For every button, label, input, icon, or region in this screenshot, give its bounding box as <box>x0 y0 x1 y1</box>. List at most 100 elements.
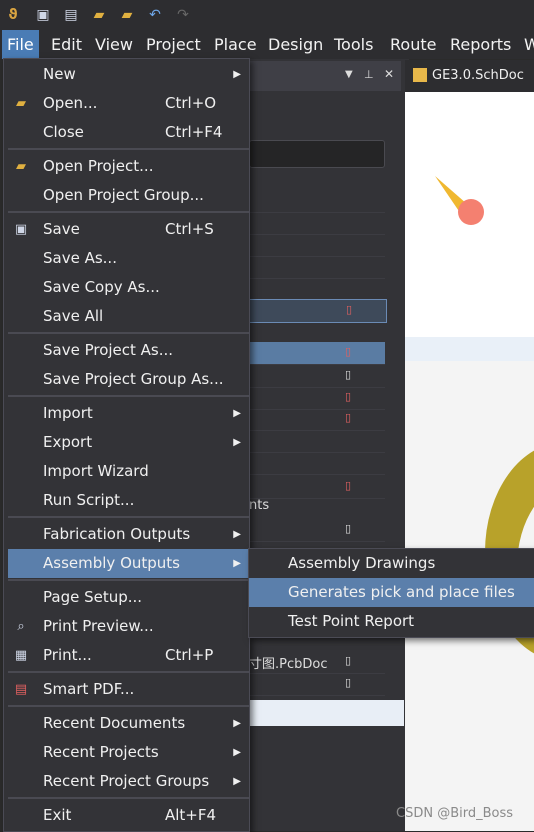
menu-item-label: Import <box>43 404 93 422</box>
menu-separator <box>8 671 249 673</box>
panel-row[interactable]: ▯ <box>249 387 385 410</box>
menu-item-save-all[interactable]: Save All <box>8 302 249 331</box>
menu-item-print-preview[interactable]: ⌕ Print Preview... <box>8 612 249 641</box>
menu-item-label: Open Project... <box>43 157 154 175</box>
schematic-canvas[interactable] <box>405 92 534 831</box>
menu-item-import[interactable]: Import ▶ <box>8 399 249 428</box>
menu-separator <box>8 705 249 707</box>
submenu-item-pick-and-place[interactable]: Generates pick and place files <box>249 578 534 607</box>
menu-place[interactable]: Place <box>209 30 262 59</box>
menu-item-save-copy-as[interactable]: Save Copy As... <box>8 273 249 302</box>
menu-item-export[interactable]: Export ▶ <box>8 428 249 457</box>
menu-view[interactable]: View <box>90 30 138 59</box>
menu-item-page-setup[interactable]: Page Setup... <box>8 583 249 612</box>
panel-row[interactable]: ▯ <box>249 476 385 499</box>
menu-reports[interactable]: Reports <box>445 30 516 59</box>
pin-icon[interactable]: ⊥ <box>364 68 374 81</box>
file-menu: New ▶ ▰ Open... Ctrl+O Close Ctrl+F4 ▰ O… <box>3 58 250 832</box>
shortcut-label: Ctrl+O <box>165 94 217 112</box>
menu-item-print[interactable]: ▦ Print... Ctrl+P <box>8 641 249 670</box>
panel-row[interactable]: ▯ <box>249 519 385 542</box>
panel-row[interactable] <box>249 256 385 279</box>
redo-icon[interactable]: ↷ <box>174 6 192 24</box>
menu-item-fabrication-outputs[interactable]: Fabrication Outputs ▶ <box>8 520 249 549</box>
menu-item-open-project[interactable]: ▰ Open Project... <box>8 152 249 181</box>
menu-item-import-wizard[interactable]: Import Wizard <box>8 457 249 486</box>
menu-item-exit[interactable]: Exit Alt+F4 <box>8 801 249 830</box>
menu-tools[interactable]: Tools <box>329 30 378 59</box>
doc-file-icon: ▯ <box>345 654 352 667</box>
panel-row[interactable]: ▯ <box>249 673 385 696</box>
menu-item-save-project-group-as[interactable]: Save Project Group As... <box>8 365 249 394</box>
panel-row[interactable] <box>249 234 385 257</box>
menu-item-label: Close <box>43 123 84 141</box>
panel-row[interactable]: 寸图.PcbDoc ▯ <box>249 651 385 674</box>
panel-row[interactable]: ▯ <box>249 365 385 388</box>
menu-item-label: Save As... <box>43 249 117 267</box>
menu-window[interactable]: W <box>519 30 534 59</box>
doc-tab-label: GE3.0.SchDoc <box>432 68 524 83</box>
undo-icon[interactable]: ↶ <box>146 6 164 24</box>
panel-row[interactable]: ▯ <box>249 408 385 431</box>
schematic-doc-icon <box>413 68 427 82</box>
panel-row[interactable] <box>249 212 385 235</box>
menu-route[interactable]: Route <box>385 30 441 59</box>
menu-item-label: Print Preview... <box>43 617 154 635</box>
panel-row[interactable] <box>249 452 385 475</box>
menu-item-run-script[interactable]: Run Script... <box>8 486 249 515</box>
panel-row[interactable] <box>249 430 385 453</box>
menu-item-label: Generates pick and place files <box>288 583 515 601</box>
menu-item-label: Fabrication Outputs <box>43 525 191 543</box>
menu-item-label: New <box>43 65 76 83</box>
menu-item-label: Export <box>43 433 93 451</box>
menu-item-save[interactable]: ▣ Save Ctrl+S <box>8 215 249 244</box>
save-all-icon[interactable]: ▤ <box>62 6 80 24</box>
panel-search-box[interactable] <box>249 140 385 168</box>
menu-edit[interactable]: Edit <box>46 30 87 59</box>
panel-header: ▼ ⊥ ✕ <box>249 61 401 91</box>
panel-row[interactable] <box>249 190 385 213</box>
save-icon[interactable]: ▣ <box>34 6 52 24</box>
menu-item-new[interactable]: New ▶ <box>8 60 249 89</box>
menu-item-label: Save Copy As... <box>43 278 160 296</box>
open-folder-icon[interactable]: ▰ <box>90 6 108 24</box>
menu-item-open[interactable]: ▰ Open... Ctrl+O <box>8 89 249 118</box>
menu-item-label: Import Wizard <box>43 462 149 480</box>
toolbar: ϑ ▣ ▤ ▰ ▰ ↶ ↷ <box>0 0 534 30</box>
menu-item-recent-projects[interactable]: Recent Projects ▶ <box>8 738 249 767</box>
menu-item-close[interactable]: Close Ctrl+F4 <box>8 118 249 147</box>
submenu-item-test-point-report[interactable]: Test Point Report <box>249 607 534 636</box>
submenu-arrow-icon: ▶ <box>233 408 241 419</box>
menu-item-recent-project-groups[interactable]: Recent Project Groups ▶ <box>8 767 249 796</box>
menu-item-recent-documents[interactable]: Recent Documents ▶ <box>8 709 249 738</box>
menu-item-save-as[interactable]: Save As... <box>8 244 249 273</box>
menu-file[interactable]: File <box>2 30 39 59</box>
shortcut-label: Alt+F4 <box>165 806 217 824</box>
open-project-icon[interactable]: ▰ <box>118 6 136 24</box>
menu-separator <box>8 516 249 518</box>
shortcut-label: Ctrl+F4 <box>165 123 223 141</box>
shortcut-label: Ctrl+P <box>165 646 214 664</box>
menu-separator <box>8 395 249 397</box>
panel-row-selected[interactable]: ▯ <box>249 342 385 365</box>
doc-tab[interactable]: GE3.0.SchDoc <box>407 62 529 92</box>
menu-item-assembly-outputs[interactable]: Assembly Outputs ▶ <box>8 549 249 578</box>
submenu-arrow-icon: ▶ <box>233 558 241 569</box>
menu-item-label: Page Setup... <box>43 588 143 606</box>
menu-design[interactable]: Design <box>263 30 328 59</box>
menu-item-label: Open... <box>43 94 98 112</box>
submenu-arrow-icon: ▶ <box>233 776 241 787</box>
panel-dropdown-icon[interactable]: ▼ <box>345 69 353 80</box>
doc-file-icon: ▯ <box>346 303 353 316</box>
panel-row[interactable]: ▯ <box>249 299 387 323</box>
menu-item-save-project-as[interactable]: Save Project As... <box>8 336 249 365</box>
submenu-item-assembly-drawings[interactable]: Assembly Drawings <box>249 549 534 578</box>
doc-file-icon: ▯ <box>345 368 352 381</box>
menu-item-label: Smart PDF... <box>43 680 135 698</box>
menu-separator <box>8 211 249 213</box>
menu-item-open-project-group[interactable]: Open Project Group... <box>8 181 249 210</box>
menu-project[interactable]: Project <box>141 30 206 59</box>
menu-item-smart-pdf[interactable]: ▤ Smart PDF... <box>8 675 249 704</box>
app-logo-icon: ϑ <box>8 7 18 23</box>
close-icon[interactable]: ✕ <box>384 67 394 81</box>
